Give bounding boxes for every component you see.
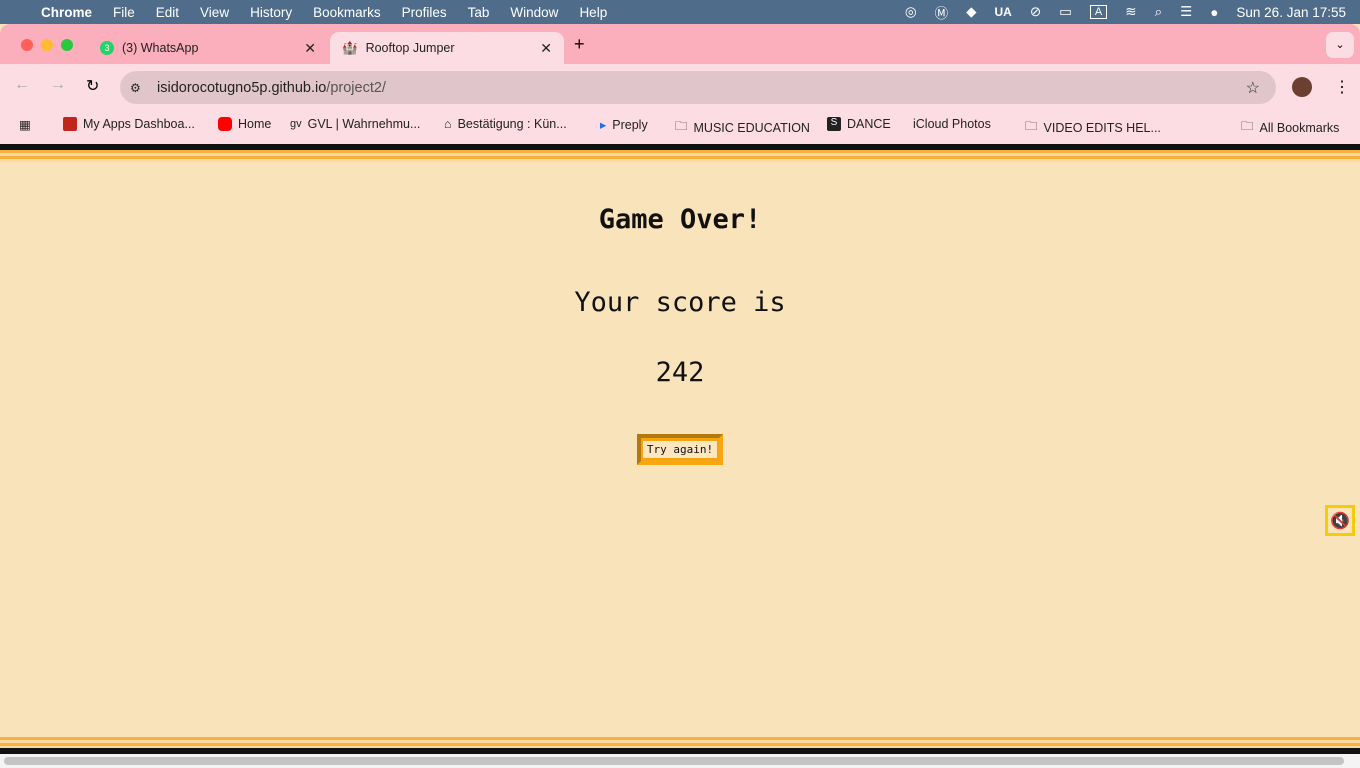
bookmark-label: GVL | Wahrnehmu...	[307, 117, 421, 131]
keyboard-a-icon[interactable]: A	[1089, 5, 1108, 19]
menu-tab[interactable]: Tab	[468, 5, 490, 20]
tab-label: (3) WhatsApp	[122, 41, 199, 55]
youtube-icon	[218, 117, 232, 131]
whatsapp-icon: 3	[100, 41, 114, 55]
toolbar: ← → ↻ ⚙ isidorocotugno5p.github.io/proje…	[0, 64, 1360, 108]
score-value: 242	[655, 357, 705, 388]
try-again-button[interactable]: Try again!	[637, 434, 723, 465]
bookmark-icloud-photos[interactable]: iCloud Photos	[907, 117, 991, 131]
bookmark-dance[interactable]: S DANCE	[827, 117, 891, 131]
bookmark-gvl[interactable]: gv GVL | Wahrnehmu...	[290, 117, 420, 131]
avatar[interactable]	[1292, 77, 1312, 97]
bottom-stripes	[0, 737, 1360, 748]
creative-cloud-icon[interactable]: ◎	[905, 4, 917, 20]
input-source[interactable]: UA	[995, 5, 1012, 19]
forward-icon[interactable]: →	[50, 76, 66, 94]
maximize-window-button[interactable]	[61, 39, 73, 51]
siri-icon[interactable]: ●	[1210, 5, 1218, 20]
menu-window[interactable]: Window	[510, 5, 558, 20]
datetime[interactable]: Sun 26. Jan 17:55	[1236, 5, 1346, 20]
score-label: Your score is	[574, 287, 786, 318]
bookmark-home[interactable]: Home	[218, 117, 271, 131]
s-icon: S	[827, 117, 841, 131]
control-center-icon[interactable]: ☰	[1180, 4, 1192, 20]
menu-bar: Chrome File Edit View History Bookmarks …	[0, 0, 1360, 24]
house-icon: ⌂	[444, 117, 452, 131]
folder-icon: 🗀	[675, 119, 688, 133]
tab-rooftop-jumper[interactable]: 🏰 Rooftop Jumper ✕	[330, 32, 564, 64]
search-icon[interactable]: ⌕	[1155, 4, 1163, 20]
bookmark-music-education[interactable]: 🗀 MUSIC EDUCATION	[675, 117, 810, 138]
menu-history[interactable]: History	[250, 5, 292, 20]
bookmarks-bar: ▦ My Apps Dashboa... Home gv GVL | Wahrne…	[0, 108, 1360, 144]
bookmark-star-icon[interactable]: ☆	[1246, 78, 1260, 98]
bookmark-label: MUSIC EDUCATION	[693, 120, 810, 135]
bookmark-label: VIDEO EDITS HEL...	[1043, 120, 1161, 135]
top-stripes	[0, 150, 1360, 162]
menu-file[interactable]: File	[113, 5, 135, 20]
bookmark-my-apps[interactable]: My Apps Dashboa...	[63, 117, 195, 131]
ua-audio-icon[interactable]: ◆	[966, 4, 976, 20]
m-icon[interactable]: Ⓜ	[935, 2, 949, 22]
game-over-title: Game Over!	[598, 204, 762, 235]
folder-icon: 🗀	[1025, 119, 1038, 133]
folder-icon: 🗀	[1241, 119, 1254, 133]
gvl-icon: gv	[290, 118, 302, 130]
menu-help[interactable]: Help	[579, 5, 607, 20]
bookmark-label: Home	[238, 117, 272, 131]
try-again-label: Try again!	[642, 441, 718, 458]
bookmark-label: Bestätigung : Kün...	[457, 117, 567, 131]
new-tab-icon[interactable]: +	[574, 34, 585, 55]
menu-profiles[interactable]: Profiles	[402, 5, 447, 20]
address-bar[interactable]: ⚙ isidorocotugno5p.github.io/project2/ ☆	[120, 71, 1276, 104]
battery-icon[interactable]: ▭	[1059, 4, 1072, 20]
bookmark-label: DANCE	[847, 117, 891, 131]
close-window-button[interactable]	[21, 39, 33, 51]
url-path: /project2/	[326, 79, 386, 96]
focus-icon[interactable]: ⊘	[1030, 4, 1041, 20]
bookmark-label: All Bookmarks	[1259, 120, 1340, 135]
reload-icon[interactable]: ↻	[86, 76, 99, 96]
bookmark-bestaetigung[interactable]: ⌂ Bestätigung : Kün...	[444, 117, 567, 131]
close-tab-icon[interactable]: ✕	[304, 40, 316, 57]
bookmark-video-edits[interactable]: 🗀 VIDEO EDITS HEL...	[1025, 117, 1161, 138]
tab-whatsapp[interactable]: 3 (3) WhatsApp ✕	[88, 32, 328, 64]
bookmark-label: Preply	[612, 117, 648, 132]
close-tab-icon[interactable]: ✕	[540, 40, 552, 57]
tab-search-chevron-icon[interactable]: ⌄	[1326, 32, 1354, 58]
more-menu-icon[interactable]: ⋮	[1334, 77, 1350, 97]
bookmark-label: iCloud Photos	[913, 117, 991, 131]
speaker-muted-icon: 🔇	[1330, 512, 1350, 530]
preply-icon: ▸	[600, 118, 607, 132]
scrollbar-thumb[interactable]	[4, 757, 1344, 765]
horizontal-scrollbar[interactable]	[0, 754, 1360, 768]
mute-sound-button[interactable]: 🔇	[1325, 505, 1355, 536]
minimize-window-button[interactable]	[41, 39, 53, 51]
menu-app[interactable]: Chrome	[41, 5, 92, 20]
apps-dashboard-icon	[63, 117, 77, 131]
back-icon[interactable]: ←	[14, 76, 30, 94]
url-host: isidorocotugno5p.github.io	[157, 79, 327, 96]
all-bookmarks[interactable]: 🗀 All Bookmarks	[1241, 117, 1339, 138]
bookmark-preply[interactable]: ▸ Preply	[600, 117, 648, 133]
menu-bookmarks[interactable]: Bookmarks	[313, 5, 381, 20]
tab-strip: 3 (3) WhatsApp ✕ 🏰 Rooftop Jumper ✕ + ⌄	[0, 24, 1360, 64]
menu-edit[interactable]: Edit	[156, 5, 179, 20]
castle-favicon-icon: 🏰	[342, 40, 358, 55]
site-settings-icon[interactable]: ⚙	[130, 81, 141, 95]
wifi-icon[interactable]: ≋	[1125, 4, 1136, 20]
apps-grid-icon[interactable]: ▦	[19, 117, 31, 132]
menu-view[interactable]: View	[200, 5, 229, 20]
tab-label: Rooftop Jumper	[365, 41, 455, 55]
bookmark-label: My Apps Dashboa...	[83, 117, 195, 131]
